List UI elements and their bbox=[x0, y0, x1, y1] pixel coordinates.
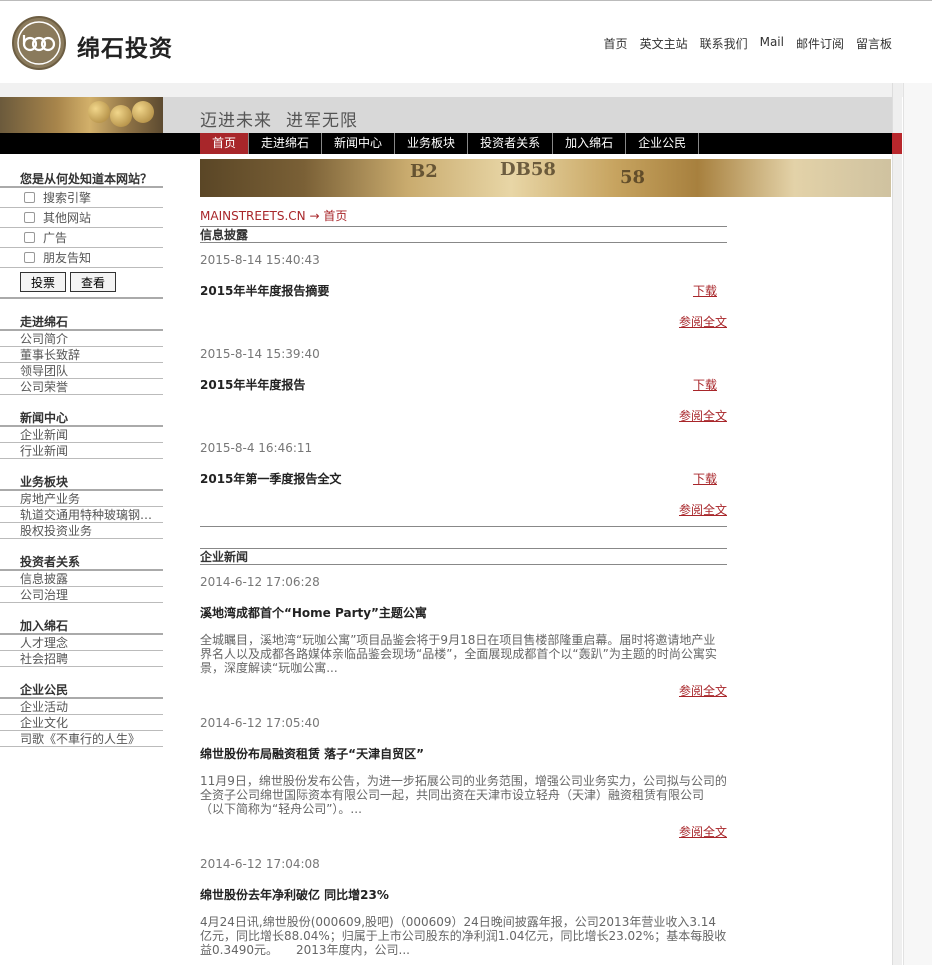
right-column-strip bbox=[892, 83, 902, 965]
sidebar-link-honors[interactable]: 公司荣誉 bbox=[0, 379, 163, 395]
news-title[interactable]: 溪地湾成都首个“Home Party”主题公寓 bbox=[200, 603, 727, 623]
topnav-mail[interactable]: Mail bbox=[760, 35, 784, 52]
disclosure-date: 2015-8-4 16:46:11 bbox=[200, 441, 313, 455]
coins-banner-image bbox=[0, 97, 163, 133]
sidebar-link-talent[interactable]: 人才理念 bbox=[0, 635, 163, 651]
survey-question: 您是从何处知道本网站？ bbox=[0, 170, 163, 188]
nav-about[interactable]: 走进绵石 bbox=[249, 133, 323, 154]
news-summary: 全城瞩目，溪地湾“玩咖公寓”项目品鉴会将于9月18日在项目售楼部隆重启幕。届时将… bbox=[200, 633, 717, 675]
brand-name: 绵石投资 bbox=[77, 36, 173, 62]
slogan-bar: 迈进未来 进军无限 bbox=[163, 97, 892, 133]
header-band bbox=[0, 83, 932, 97]
sidebar-link-corp-news[interactable]: 企业新闻 bbox=[0, 427, 163, 443]
sidebar-link-profile[interactable]: 公司简介 bbox=[0, 331, 163, 347]
sidebar-link-fiberglass[interactable]: 轨道交通用特种玻璃钢研... bbox=[0, 507, 163, 523]
topnav-home[interactable]: 首页 bbox=[604, 35, 628, 52]
sidebar-group-citizenship: 企业公民 bbox=[0, 681, 163, 699]
breadcrumb-site[interactable]: MAINSTREETS.CN bbox=[200, 209, 306, 223]
survey-option-friend[interactable]: 朋友告知 bbox=[0, 248, 163, 268]
header: 绵石投资 首页 英文主站 联系我们 Mail 邮件订阅 留言板 bbox=[0, 3, 932, 83]
disclosure-date: 2015-8-14 15:39:40 bbox=[200, 347, 320, 361]
disclosure-title[interactable]: 2015年半年度报告 bbox=[200, 378, 305, 392]
news-date: 2014-6-12 17:06:28 bbox=[200, 575, 320, 589]
read-more-link[interactable]: 参阅全文 bbox=[200, 314, 727, 330]
disclosure-title[interactable]: 2015年第一季度报告全文 bbox=[200, 472, 341, 486]
download-link[interactable]: 下载 bbox=[693, 469, 717, 489]
breadcrumb-page[interactable]: 首页 bbox=[323, 209, 347, 223]
slogan-part-1: 迈进未来 bbox=[200, 111, 272, 131]
checkbox-icon[interactable] bbox=[24, 252, 35, 263]
disclosure-section-title: 信息披露 bbox=[200, 226, 727, 243]
topnav-guestbook[interactable]: 留言板 bbox=[856, 35, 892, 52]
survey-option-other-site[interactable]: 其他网站 bbox=[0, 208, 163, 228]
read-more-link[interactable]: 参阅全文 bbox=[200, 683, 727, 699]
sidebar-link-governance[interactable]: 公司治理 bbox=[0, 587, 163, 603]
nav-home[interactable]: 首页 bbox=[200, 133, 250, 154]
read-more-link[interactable]: 参阅全文 bbox=[200, 824, 727, 840]
disclosure-item: 2015年半年度报告摘要 下载 bbox=[200, 281, 727, 301]
sidebar-link-recruit[interactable]: 社会招聘 bbox=[0, 651, 163, 667]
sidebar-link-song[interactable]: 司歌《不車行的人生》 bbox=[0, 731, 163, 747]
main-content: MAINSTREETS.CN → 首页 信息披露 2015-8-14 15:40… bbox=[200, 208, 727, 965]
slogan: 迈进未来 进军无限 bbox=[200, 106, 358, 131]
topnav-english[interactable]: 英文主站 bbox=[640, 35, 688, 52]
sidebar-group-join: 加入绵石 bbox=[0, 617, 163, 635]
sidebar-link-equity[interactable]: 股权投资业务 bbox=[0, 523, 163, 539]
sidebar-link-culture[interactable]: 企业文化 bbox=[0, 715, 163, 731]
disclosure-title[interactable]: 2015年半年度报告摘要 bbox=[200, 284, 329, 298]
topnav-contact[interactable]: 联系我们 bbox=[700, 35, 748, 52]
read-more-link[interactable]: 参阅全文 bbox=[200, 408, 727, 424]
nav-red-cap bbox=[892, 133, 902, 154]
news-summary: 11月9日，绵世股份发布公告，为进一步拓展公司的业务范围，增强公司业务实力，公司… bbox=[200, 774, 727, 816]
main-nav: 首页 走进绵石 新闻中心 业务板块 投资者关系 加入绵石 企业公民 bbox=[200, 133, 700, 154]
nav-join[interactable]: 加入绵石 bbox=[553, 133, 627, 154]
survey-option-ad[interactable]: 广告 bbox=[0, 228, 163, 248]
sidebar-link-chairman[interactable]: 董事长致辞 bbox=[0, 347, 163, 363]
breadcrumb: MAINSTREETS.CN → 首页 bbox=[200, 208, 727, 226]
sidebar-group-about: 走进绵石 bbox=[0, 313, 163, 331]
nav-investors[interactable]: 投资者关系 bbox=[468, 133, 554, 154]
banknote-hero-image: B2 DB58 58 bbox=[200, 159, 891, 197]
sidebar-link-activities[interactable]: 企业活动 bbox=[0, 699, 163, 715]
news-title[interactable]: 绵世股份去年净利破亿 同比增23% bbox=[200, 885, 727, 905]
sidebar-group-news: 新闻中心 bbox=[0, 409, 163, 427]
news-date: 2014-6-12 17:05:40 bbox=[200, 716, 320, 730]
sidebar-group-business: 业务板块 bbox=[0, 473, 163, 491]
breadcrumb-arrow: → bbox=[309, 209, 320, 223]
checkbox-icon[interactable] bbox=[24, 212, 35, 223]
checkbox-icon[interactable] bbox=[24, 192, 35, 203]
news-title[interactable]: 绵世股份布局融资租赁 落子“天津自贸区” bbox=[200, 744, 727, 764]
nav-business[interactable]: 业务板块 bbox=[395, 133, 469, 154]
survey-option-search[interactable]: 搜索引擎 bbox=[0, 188, 163, 208]
nav-citizenship[interactable]: 企业公民 bbox=[626, 133, 700, 154]
sidebar-link-disclosure[interactable]: 信息披露 bbox=[0, 571, 163, 587]
survey-buttons: 投票 查看 bbox=[0, 268, 163, 299]
download-link[interactable]: 下载 bbox=[693, 281, 717, 301]
vote-button[interactable]: 投票 bbox=[20, 272, 67, 292]
news-summary: 4月24日讯,绵世股份(000609,股吧)（000609）24日晚间披露年报，… bbox=[200, 915, 727, 957]
news-section-title: 企业新闻 bbox=[200, 548, 727, 565]
sidebar: 您是从何处知道本网站？ 搜索引擎 其他网站 广告 朋友告知 投票 查看 走进绵石 … bbox=[0, 170, 163, 747]
sidebar-link-real-estate[interactable]: 房地产业务 bbox=[0, 491, 163, 507]
sidebar-link-leadership[interactable]: 领导团队 bbox=[0, 363, 163, 379]
read-more-link[interactable]: 参阅全文 bbox=[200, 502, 727, 518]
topnav-subscribe[interactable]: 邮件订阅 bbox=[796, 35, 844, 52]
disclosure-date: 2015-8-14 15:40:43 bbox=[200, 253, 320, 267]
right-column-gutter bbox=[903, 83, 932, 965]
nav-news[interactable]: 新闻中心 bbox=[322, 133, 396, 154]
download-link[interactable]: 下载 bbox=[693, 375, 717, 395]
disclosure-item: 2015年半年度报告 下载 bbox=[200, 375, 727, 395]
slogan-part-2: 进军无限 bbox=[286, 111, 358, 131]
sidebar-link-industry-news[interactable]: 行业新闻 bbox=[0, 443, 163, 459]
news-date: 2014-6-12 17:04:08 bbox=[200, 857, 320, 871]
checkbox-icon[interactable] bbox=[24, 232, 35, 243]
top-nav: 首页 英文主站 联系我们 Mail 邮件订阅 留言板 bbox=[604, 35, 892, 52]
sidebar-group-investors: 投资者关系 bbox=[0, 553, 163, 571]
logo-icon[interactable] bbox=[12, 16, 66, 70]
disclosure-item: 2015年第一季度报告全文 下载 bbox=[200, 469, 727, 489]
main-nav-bar: 首页 走进绵石 新闻中心 业务板块 投资者关系 加入绵石 企业公民 bbox=[0, 133, 902, 154]
view-results-button[interactable]: 查看 bbox=[70, 272, 117, 292]
